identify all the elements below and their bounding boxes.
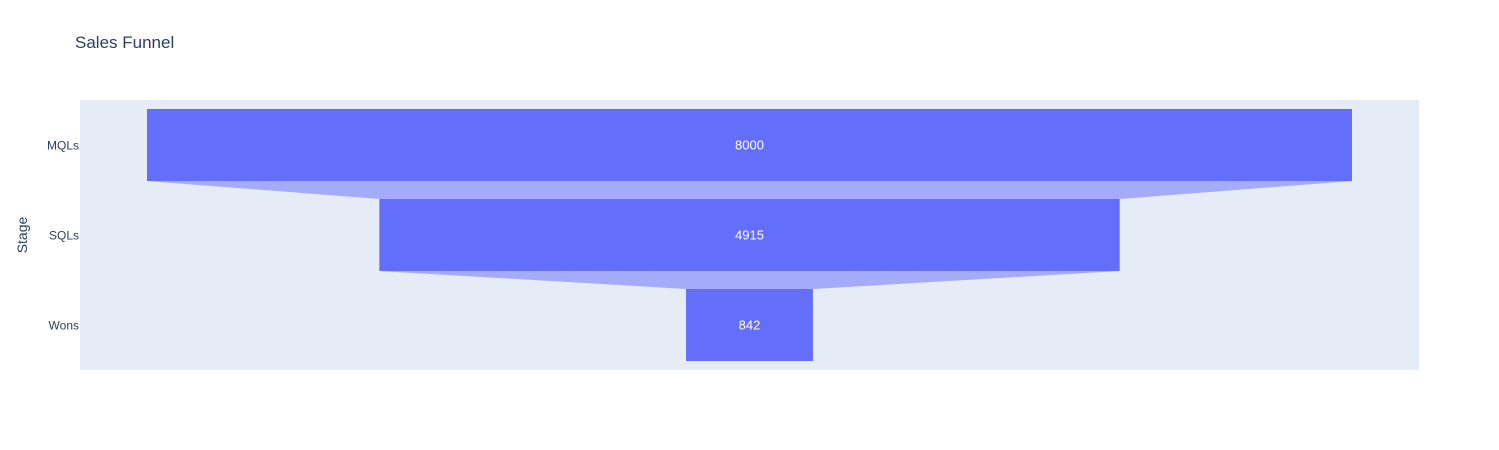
y-tick-label-2: Wons bbox=[49, 319, 79, 333]
funnel-plot: 8000 MQLs 4915 SQLs 842 Wons bbox=[47, 100, 1419, 370]
funnel-value-label-1: 4915 bbox=[735, 228, 764, 243]
y-tick-label-1: SQLs bbox=[49, 229, 79, 243]
funnel-value-label-2: 842 bbox=[739, 318, 761, 333]
funnel-value-label-0: 8000 bbox=[735, 138, 764, 153]
funnel-chart: Sales Funnel Stage 8000 MQLs 4915 SQLs 842 Wo… bbox=[0, 0, 1499, 450]
y-tick-label-0: MQLs bbox=[47, 139, 79, 153]
